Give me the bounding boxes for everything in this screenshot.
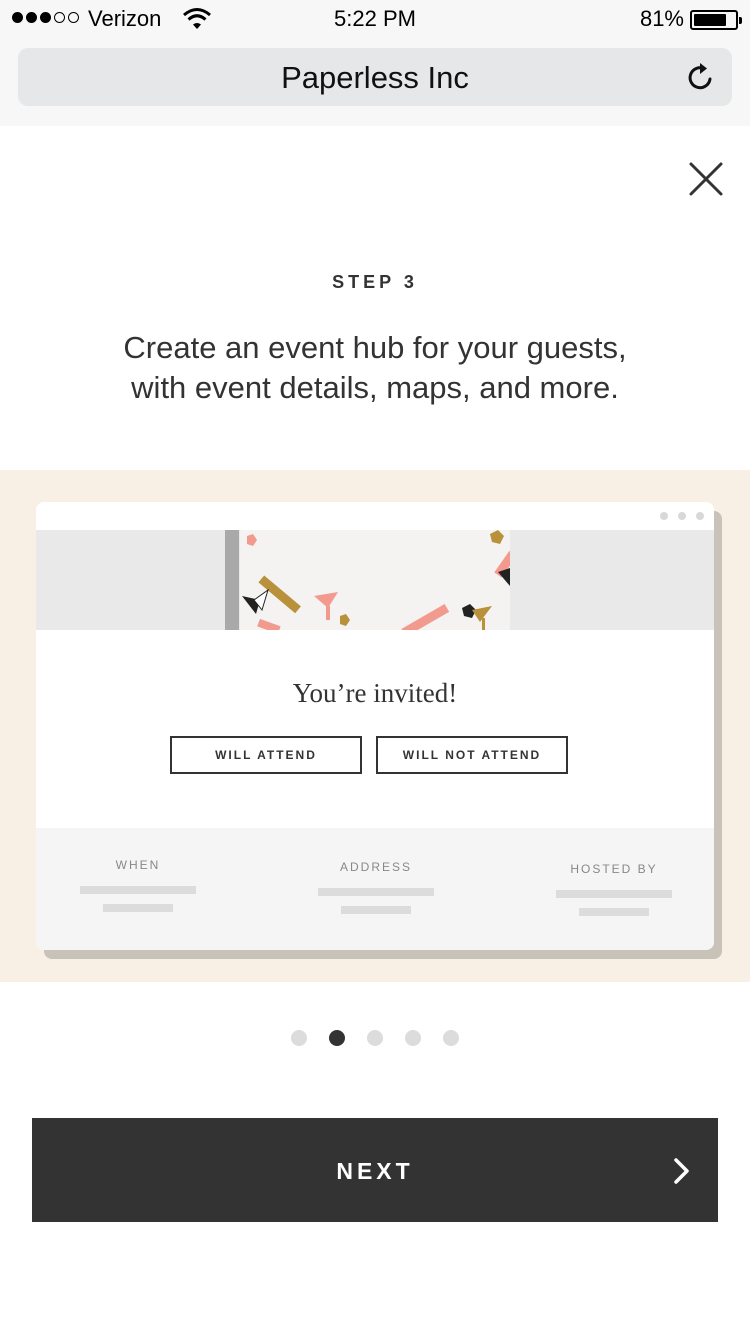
invite-title: You’re invited! bbox=[292, 678, 458, 708]
hosted-by-column: HOSTED BY bbox=[556, 862, 672, 916]
will-attend-button[interactable]: WILL ATTEND bbox=[170, 736, 362, 774]
placeholder-line bbox=[556, 890, 672, 898]
page-dot[interactable] bbox=[329, 1030, 345, 1046]
reload-icon[interactable] bbox=[684, 60, 718, 94]
status-bar: Verizon 5:22 PM 81% bbox=[0, 0, 750, 40]
browser-header: Paperless Inc bbox=[0, 40, 750, 126]
placeholder-line bbox=[103, 904, 173, 912]
battery-percent: 81% bbox=[639, 6, 684, 31]
pagination-dots bbox=[0, 1030, 750, 1046]
confetti-artwork bbox=[240, 530, 510, 630]
page-dot[interactable] bbox=[405, 1030, 421, 1046]
confetti-pattern-image bbox=[242, 530, 510, 630]
onboarding-headline: Create an event hub for your guests, wit… bbox=[123, 330, 627, 405]
will-not-attend-button[interactable]: WILL NOT ATTEND bbox=[376, 736, 568, 774]
page-dot[interactable] bbox=[443, 1030, 459, 1046]
address-column: ADDRESS bbox=[318, 860, 434, 914]
next-button-label: NEXT bbox=[336, 1158, 414, 1184]
placeholder-line bbox=[579, 908, 649, 916]
banner-side-strip bbox=[225, 530, 239, 630]
page-dot[interactable] bbox=[367, 1030, 383, 1046]
chevron-right-icon bbox=[674, 1158, 689, 1184]
status-time: 5:22 PM bbox=[334, 6, 416, 31]
when-label: WHEN bbox=[115, 858, 161, 872]
page-dot[interactable] bbox=[291, 1030, 307, 1046]
placeholder-line bbox=[341, 906, 411, 914]
address-label: ADDRESS bbox=[339, 860, 412, 874]
hosted-by-label: HOSTED BY bbox=[570, 862, 658, 876]
window-dots-icon bbox=[660, 512, 704, 520]
battery-icon bbox=[690, 10, 742, 30]
event-details-row: WHEN ADDRESS HOSTED BY bbox=[36, 828, 714, 950]
battery-level bbox=[694, 14, 727, 26]
address-bar[interactable]: Paperless Inc bbox=[18, 48, 732, 106]
placeholder-line bbox=[318, 888, 434, 896]
placeholder-line bbox=[80, 886, 196, 894]
next-button[interactable]: NEXT bbox=[32, 1118, 718, 1222]
invitation-banner bbox=[36, 530, 714, 630]
close-icon[interactable] bbox=[688, 161, 724, 197]
event-hub-preview-card: You’re invited! WILL ATTEND WILL NOT ATT… bbox=[36, 502, 714, 950]
page-title-url[interactable]: Paperless Inc bbox=[18, 60, 732, 96]
when-column: WHEN bbox=[80, 858, 196, 912]
step-label: STEP 3 bbox=[332, 272, 418, 292]
illustration-band: You’re invited! WILL ATTEND WILL NOT ATT… bbox=[0, 470, 750, 982]
